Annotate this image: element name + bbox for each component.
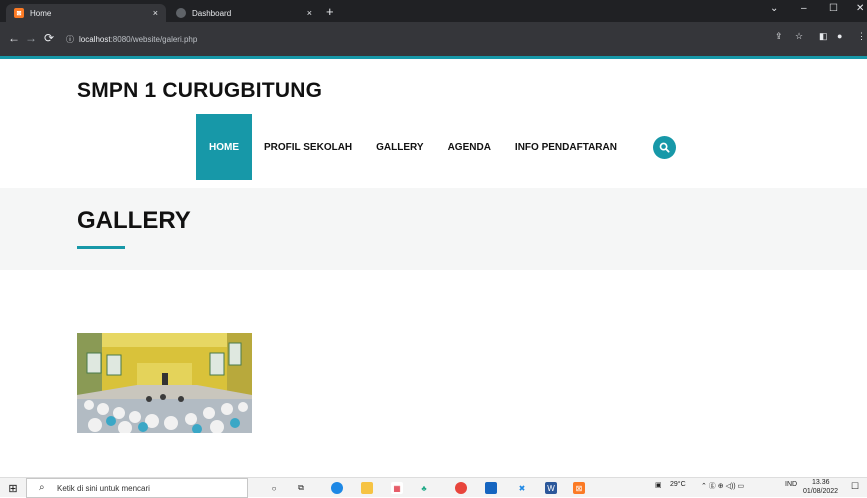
nav-item-gallery[interactable]: GALLERY: [364, 114, 435, 180]
nav-item-profil-sekolah[interactable]: PROFIL SEKOLAH: [252, 114, 364, 180]
taskbar-search-input[interactable]: ⌕ Ketik di sini untuk mencari: [26, 478, 248, 498]
task-view-icon[interactable]: ⧉: [295, 482, 307, 494]
notification-icon[interactable]: ☐: [851, 481, 859, 492]
word-icon[interactable]: W: [545, 482, 557, 494]
menu-icon[interactable]: ⋮: [857, 31, 866, 42]
new-tab-button[interactable]: +: [326, 4, 334, 20]
tab-dashboard[interactable]: Dashboard ×: [168, 4, 320, 22]
url-host: localhost: [79, 34, 111, 44]
vscode-icon[interactable]: ✖: [516, 482, 528, 494]
xampp-icon: ⊠: [14, 8, 24, 18]
nav-item-home[interactable]: HOME: [196, 114, 252, 180]
forward-arrow-icon[interactable]: →: [25, 31, 37, 45]
url-input[interactable]: ⓘ localhost:8080/website/galeri.php: [66, 29, 756, 49]
header-accent-line: [0, 56, 867, 59]
tab-title: Dashboard: [192, 8, 232, 18]
mail-icon[interactable]: [485, 482, 497, 494]
tab-home[interactable]: ⊠ Home ×: [6, 4, 166, 22]
xampp-taskbar-icon[interactable]: ⊠: [573, 482, 585, 494]
search-magnifier-icon: ⌕: [39, 482, 45, 493]
app-icon[interactable]: ♣: [418, 482, 430, 494]
info-icon: ⓘ: [66, 34, 74, 44]
taskbar-search-placeholder: Ketik di sini untuk mencari: [57, 483, 150, 493]
profile-icon[interactable]: ●: [837, 31, 842, 41]
weather-temp[interactable]: 29°C: [670, 481, 686, 488]
file-explorer-icon[interactable]: [361, 482, 373, 494]
minimize-button[interactable]: –: [801, 3, 807, 14]
search-button[interactable]: [653, 136, 676, 159]
clock-date[interactable]: 01/08/2022: [803, 488, 838, 495]
browser-tab-strip: ⊠ Home × Dashboard × + ⌄ – ☐ ✕: [0, 0, 867, 22]
classroom-photo: [77, 333, 252, 433]
clock-time[interactable]: 13.36: [812, 479, 830, 486]
main-nav: HOME PROFIL SEKOLAH GALLERY AGENDA INFO …: [196, 114, 629, 180]
windows-start-icon[interactable]: ⊞: [7, 482, 19, 495]
tab-close-icon[interactable]: ×: [307, 8, 312, 18]
chrome-icon[interactable]: [455, 482, 467, 494]
title-underline: [77, 246, 125, 249]
gallery-photo[interactable]: [77, 333, 252, 433]
bookmark-star-icon[interactable]: ☆: [795, 31, 803, 42]
tab-title: Home: [30, 8, 52, 18]
store-icon[interactable]: ▦: [391, 482, 403, 494]
share-icon[interactable]: ⇪: [775, 31, 783, 42]
side-panel-icon[interactable]: ◧: [819, 31, 828, 42]
maximize-button[interactable]: ☐: [829, 3, 838, 14]
site-brand[interactable]: SMPN 1 CURUGBITUNG: [77, 79, 322, 103]
back-arrow-icon[interactable]: ←: [8, 31, 20, 45]
reload-icon[interactable]: ⟳: [44, 31, 54, 45]
tray-icons[interactable]: ⌃ ⓖ ⊕ ◁)) ▭: [701, 481, 744, 491]
page-title: GALLERY: [77, 207, 191, 234]
tab-search-icon[interactable]: ⌄: [770, 3, 778, 14]
nav-item-agenda[interactable]: AGENDA: [436, 114, 503, 180]
weather-icon[interactable]: ▣: [655, 481, 662, 489]
edge-icon[interactable]: [331, 482, 343, 494]
language-indicator[interactable]: IND: [785, 481, 797, 488]
windows-taskbar: ⊞ ⌕ Ketik di sini untuk mencari ○ ⧉ ▦ ♣ …: [0, 477, 867, 498]
cortana-icon[interactable]: ○: [268, 482, 280, 494]
globe-icon: [176, 8, 186, 18]
close-window-button[interactable]: ✕: [856, 3, 864, 14]
url-path: :8080/website/galeri.php: [110, 34, 198, 44]
nav-item-info-pendaftaran[interactable]: INFO PENDAFTARAN: [503, 114, 629, 180]
search-icon: [659, 142, 670, 153]
tab-close-icon[interactable]: ×: [153, 8, 158, 18]
